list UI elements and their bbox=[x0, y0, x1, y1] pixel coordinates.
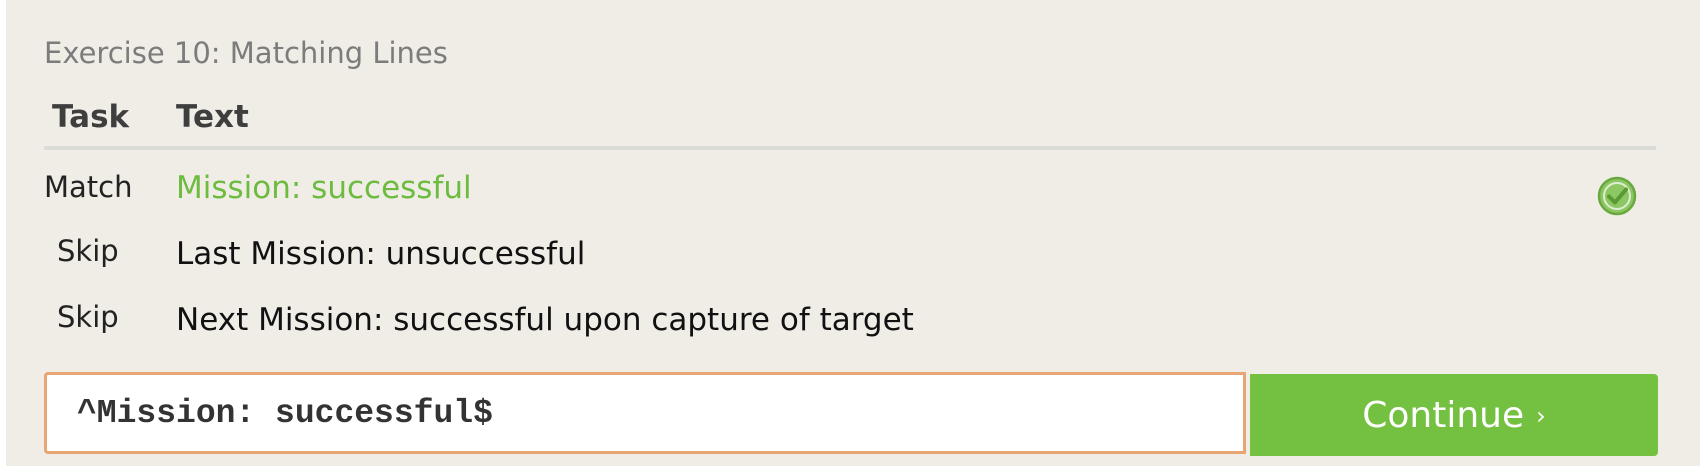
regex-input[interactable] bbox=[44, 372, 1246, 454]
table-row: Match Mission: successful bbox=[6, 160, 1700, 216]
row-task-label: Skip bbox=[57, 300, 119, 334]
column-header-task: Task bbox=[52, 99, 130, 135]
exercise-title: Exercise 10: Matching Lines bbox=[44, 36, 448, 70]
row-text: Next Mission: successful upon capture of… bbox=[176, 302, 914, 338]
check-circle-icon bbox=[1596, 175, 1638, 217]
row-text: Last Mission: unsuccessful bbox=[176, 236, 586, 272]
row-text: Mission: successful bbox=[176, 170, 472, 206]
chevron-right-icon: › bbox=[1536, 402, 1546, 430]
table-row: Skip Next Mission: successful upon captu… bbox=[6, 292, 1700, 342]
row-task-label: Match bbox=[44, 170, 133, 204]
table-row: Skip Last Mission: unsuccessful bbox=[6, 226, 1700, 276]
column-header-text: Text bbox=[176, 99, 249, 135]
continue-button[interactable]: Continue › bbox=[1250, 374, 1658, 456]
continue-button-label: Continue bbox=[1362, 394, 1525, 436]
row-task-label: Skip bbox=[57, 234, 119, 268]
header-divider bbox=[44, 146, 1656, 150]
exercise-panel: Exercise 10: Matching Lines Task Text Ma… bbox=[6, 0, 1700, 466]
